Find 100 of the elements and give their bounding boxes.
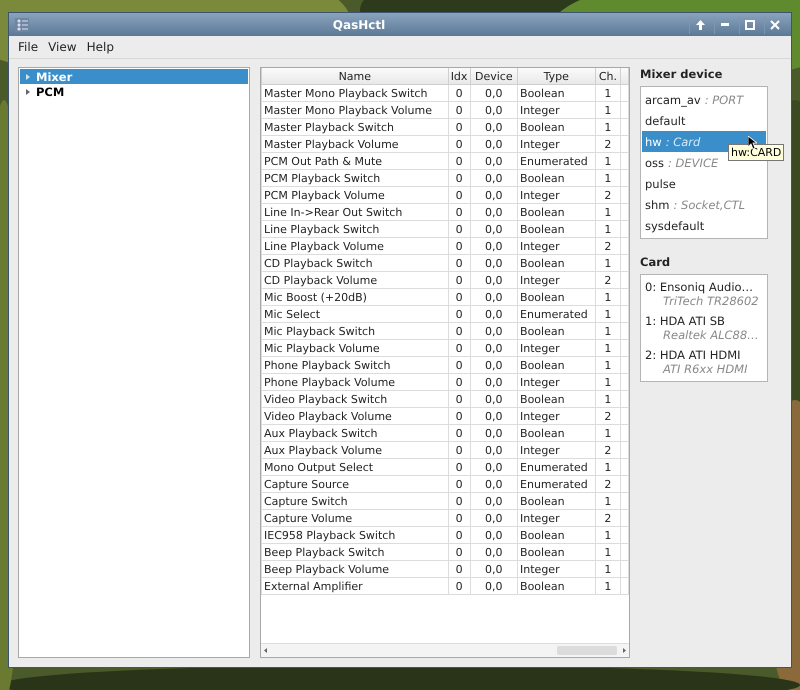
table-cell: 1 — [595, 458, 621, 476]
table-cell: Master Mono Playback Switch — [262, 84, 448, 102]
device-item[interactable]: arcam_av : PORT — [642, 89, 766, 110]
column-header[interactable]: Ch. — [595, 68, 621, 84]
menu-item[interactable]: File — [15, 39, 42, 55]
table-cell: Capture Volume — [262, 510, 448, 526]
menu-item[interactable]: Help — [84, 39, 117, 55]
table-cell: Boolean — [518, 84, 596, 102]
table-cell: Boolean — [518, 356, 596, 374]
device-item[interactable]: sysdefault — [642, 215, 766, 236]
table-cell: Integer — [518, 136, 596, 152]
card-name[interactable]: 2: HDA ATI HDMI — [645, 348, 763, 362]
card-description: ATI R6xx HDMI — [662, 362, 748, 376]
table-cell: Beep Playback Switch — [262, 544, 448, 560]
table-cell: 0,0 — [470, 220, 518, 238]
table-cell: 1 — [595, 560, 621, 578]
table-cell: 1 — [595, 220, 621, 238]
table-cell: 0 — [448, 288, 470, 306]
tree-item[interactable]: PCM — [20, 84, 248, 99]
device-item[interactable]: pulse — [642, 173, 766, 194]
column-header[interactable]: Device — [470, 68, 518, 84]
table-cell: Boolean — [518, 544, 596, 560]
table-cell: Boolean — [518, 492, 596, 510]
table-cell: Integer — [518, 340, 596, 356]
table-cell: 0 — [448, 458, 470, 476]
table-cell: Capture Source — [262, 476, 448, 492]
table-cell: 0,0 — [470, 526, 518, 544]
table-cell: Boolean — [518, 220, 596, 238]
table-cell: 0 — [448, 118, 470, 136]
table-cell: Enumerated — [518, 458, 596, 476]
table-cell: Integer — [518, 238, 596, 254]
table-cell: 0,0 — [470, 238, 518, 254]
table-cell: Master Mono Playback Volume — [262, 102, 448, 118]
table-cell: 2 — [595, 408, 621, 424]
table-cell: 1 — [595, 254, 621, 272]
table-cell: 0 — [448, 102, 470, 118]
table-cell: 0,0 — [470, 340, 518, 356]
table-cell: 1 — [595, 492, 621, 510]
table-cell: 1 — [595, 424, 621, 442]
table-cell: 2 — [595, 442, 621, 458]
column-header[interactable]: Name — [262, 68, 448, 84]
table-cell: 1 — [595, 356, 621, 374]
tooltip: hw:CARD — [728, 144, 784, 161]
table-cell: CD Playback Switch — [262, 254, 448, 272]
table-cell: Line Playback Switch — [262, 220, 448, 238]
table-cell: 1 — [595, 526, 621, 544]
table-cell: Integer — [518, 102, 596, 118]
table-cell: 0,0 — [470, 544, 518, 560]
device-item[interactable]: default — [642, 110, 766, 131]
table-cell: Master Playback Switch — [262, 118, 448, 136]
table-cell: 0 — [448, 186, 470, 204]
table-cell: 2 — [595, 136, 621, 152]
table-cell: Mic Playback Switch — [262, 322, 448, 340]
table-cell: Mic Playback Volume — [262, 340, 448, 356]
table-cell: Integer — [518, 408, 596, 424]
table-cell: 0,0 — [470, 476, 518, 492]
table-cell: External Amplifier — [262, 578, 448, 594]
table-cell: 0 — [448, 136, 470, 152]
table-cell: 0,0 — [470, 306, 518, 322]
table-cell: 0 — [448, 220, 470, 238]
table-cell: Video Playback Volume — [262, 408, 448, 424]
table-cell: 0,0 — [470, 84, 518, 102]
table-cell: 0 — [448, 272, 470, 288]
table-cell: Capture Switch — [262, 492, 448, 510]
card-name[interactable]: 0: Ensoniq Audio… — [645, 280, 763, 294]
table-cell: 0,0 — [470, 356, 518, 374]
table-cell: Phone Playback Switch — [262, 356, 448, 374]
table-cell: 0,0 — [470, 578, 518, 594]
table-cell: 0,0 — [470, 510, 518, 526]
table-cell: Integer — [518, 560, 596, 578]
table-cell: 0,0 — [470, 254, 518, 272]
table-cell: 0 — [448, 560, 470, 578]
card-description: TriTech TR28602 — [662, 294, 760, 308]
column-header[interactable]: Idx — [448, 68, 470, 84]
table-cell: 0 — [448, 322, 470, 340]
table-cell: Boolean — [518, 578, 596, 594]
table-cell: Aux Playback Switch — [262, 424, 448, 442]
window-title: QasHctl — [332, 18, 386, 32]
table-cell: 0 — [448, 238, 470, 254]
table-cell: Integer — [518, 374, 596, 390]
table-cell: Phone Playback Volume — [262, 374, 448, 390]
menu-item[interactable]: View — [45, 39, 80, 55]
table-cell: 0,0 — [470, 136, 518, 152]
table-cell: Boolean — [518, 322, 596, 340]
tree-item[interactable]: Mixer — [20, 69, 248, 84]
table-cell: Integer — [518, 510, 596, 526]
table-cell: 1 — [595, 374, 621, 390]
table-cell: PCM Playback Switch — [262, 170, 448, 186]
table-cell: 1 — [595, 118, 621, 136]
table-cell: 1 — [595, 170, 621, 186]
section-label: Mixer device — [640, 67, 724, 81]
card-name[interactable]: 1: HDA ATI SB — [645, 314, 763, 328]
device-item[interactable]: shm : Socket,CTL — [642, 194, 766, 215]
table-cell: Enumerated — [518, 152, 596, 170]
table-cell: 0 — [448, 476, 470, 492]
table-cell: 0 — [448, 340, 470, 356]
table-cell: Enumerated — [518, 306, 596, 322]
table-cell: Boolean — [518, 170, 596, 186]
column-header[interactable]: Type — [518, 68, 596, 84]
table-cell: Video Playback Switch — [262, 390, 448, 408]
